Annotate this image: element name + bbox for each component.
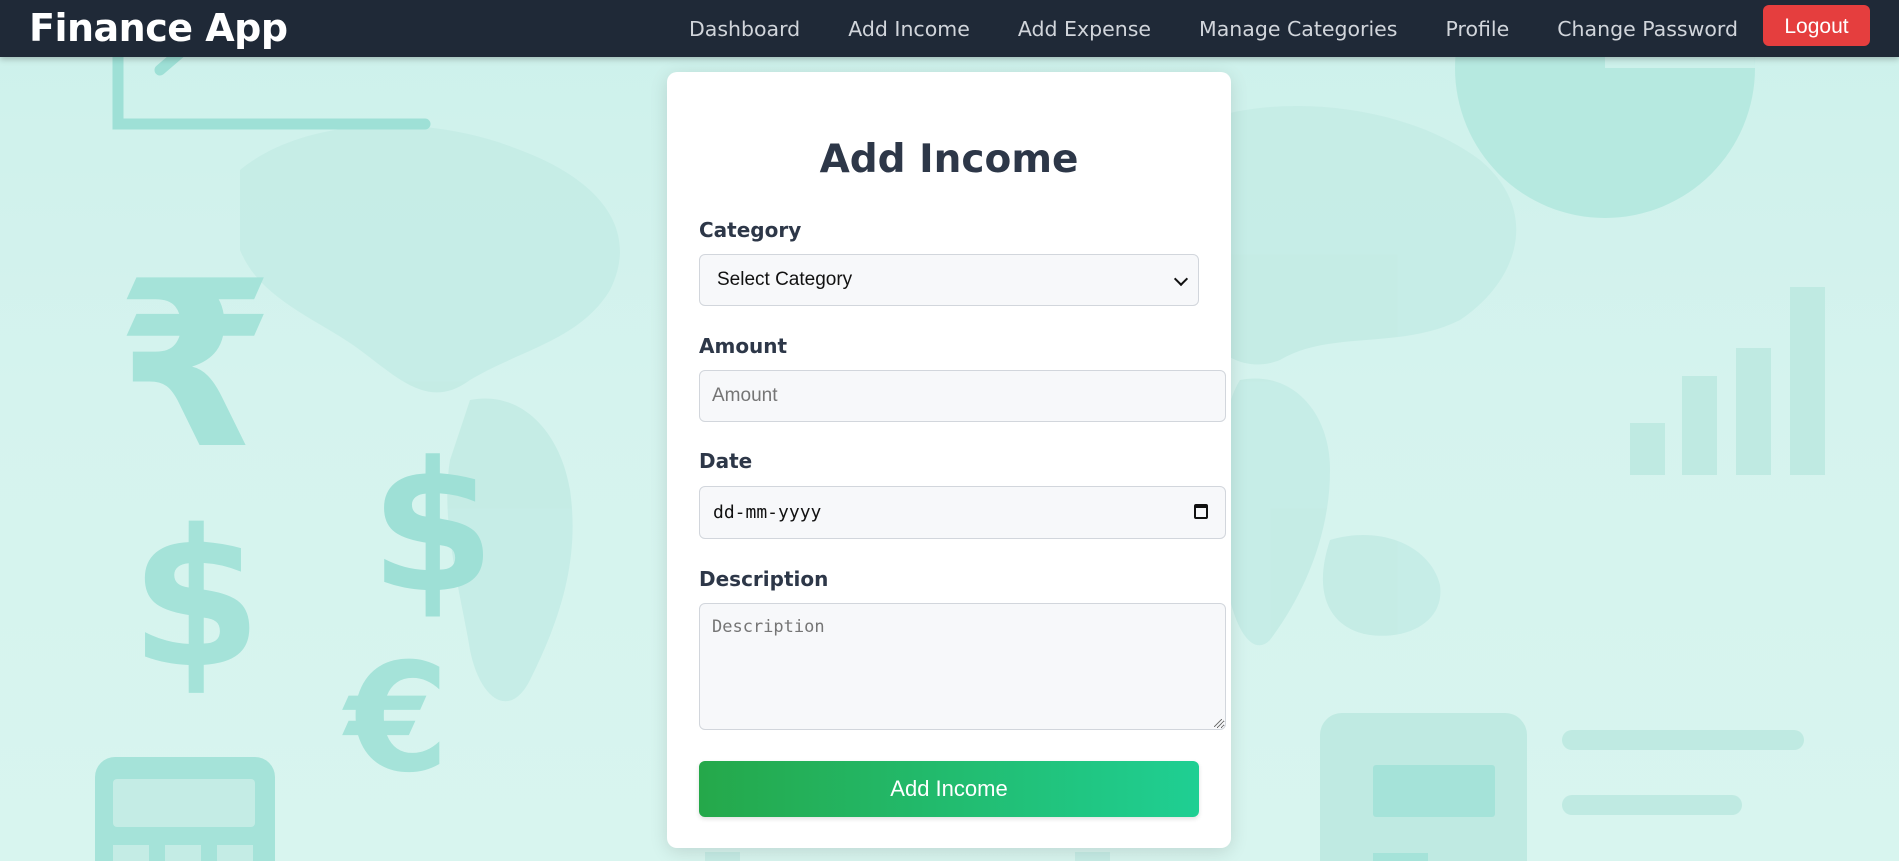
nav-link-add-income[interactable]: Add Income bbox=[848, 17, 970, 41]
date-input[interactable]: dd-mm-yyyy bbox=[699, 486, 1226, 539]
category-selected-value: Select Category bbox=[717, 269, 853, 290]
description-label: Description bbox=[699, 567, 829, 591]
calculator-icon bbox=[95, 757, 275, 861]
nav-link-add-expense[interactable]: Add Expense bbox=[1018, 17, 1151, 41]
rupee-icon: ₹ bbox=[115, 233, 275, 500]
date-format-placeholder: dd-mm-yyyy bbox=[713, 502, 822, 523]
chevron-down-icon bbox=[1173, 271, 1189, 287]
logout-button[interactable]: Logout bbox=[1763, 5, 1870, 46]
brand-logo[interactable]: Finance App bbox=[29, 4, 288, 52]
calendar-icon[interactable] bbox=[1194, 504, 1208, 519]
nav-link-profile[interactable]: Profile bbox=[1445, 17, 1509, 41]
amount-label: Amount bbox=[699, 334, 788, 358]
add-income-card: Add Income Category Select Category Amou… bbox=[667, 72, 1231, 848]
euro-icon: € bbox=[342, 632, 449, 806]
bar-chart-icon bbox=[1630, 287, 1825, 475]
nav-link-manage-categories[interactable]: Manage Categories bbox=[1199, 17, 1397, 41]
category-select[interactable]: Select Category bbox=[699, 254, 1199, 306]
calculator-icon bbox=[1320, 713, 1527, 861]
nav-link-dashboard[interactable]: Dashboard bbox=[689, 17, 800, 41]
dollar-icon: $ bbox=[130, 489, 262, 710]
nav-links: Dashboard Add Income Add Expense Manage … bbox=[641, 0, 1738, 57]
add-income-submit-button[interactable]: Add Income bbox=[699, 761, 1199, 817]
nav-link-change-password[interactable]: Change Password bbox=[1557, 17, 1738, 41]
amount-input[interactable] bbox=[699, 370, 1226, 422]
text-lines-decoration bbox=[1562, 730, 1804, 815]
page-title: Add Income bbox=[819, 137, 1079, 182]
category-label: Category bbox=[699, 218, 802, 242]
dollar-icon: $ bbox=[370, 424, 495, 633]
navbar: Finance App Dashboard Add Income Add Exp… bbox=[0, 0, 1899, 57]
date-label: Date bbox=[699, 449, 753, 473]
description-textarea[interactable] bbox=[699, 603, 1226, 730]
